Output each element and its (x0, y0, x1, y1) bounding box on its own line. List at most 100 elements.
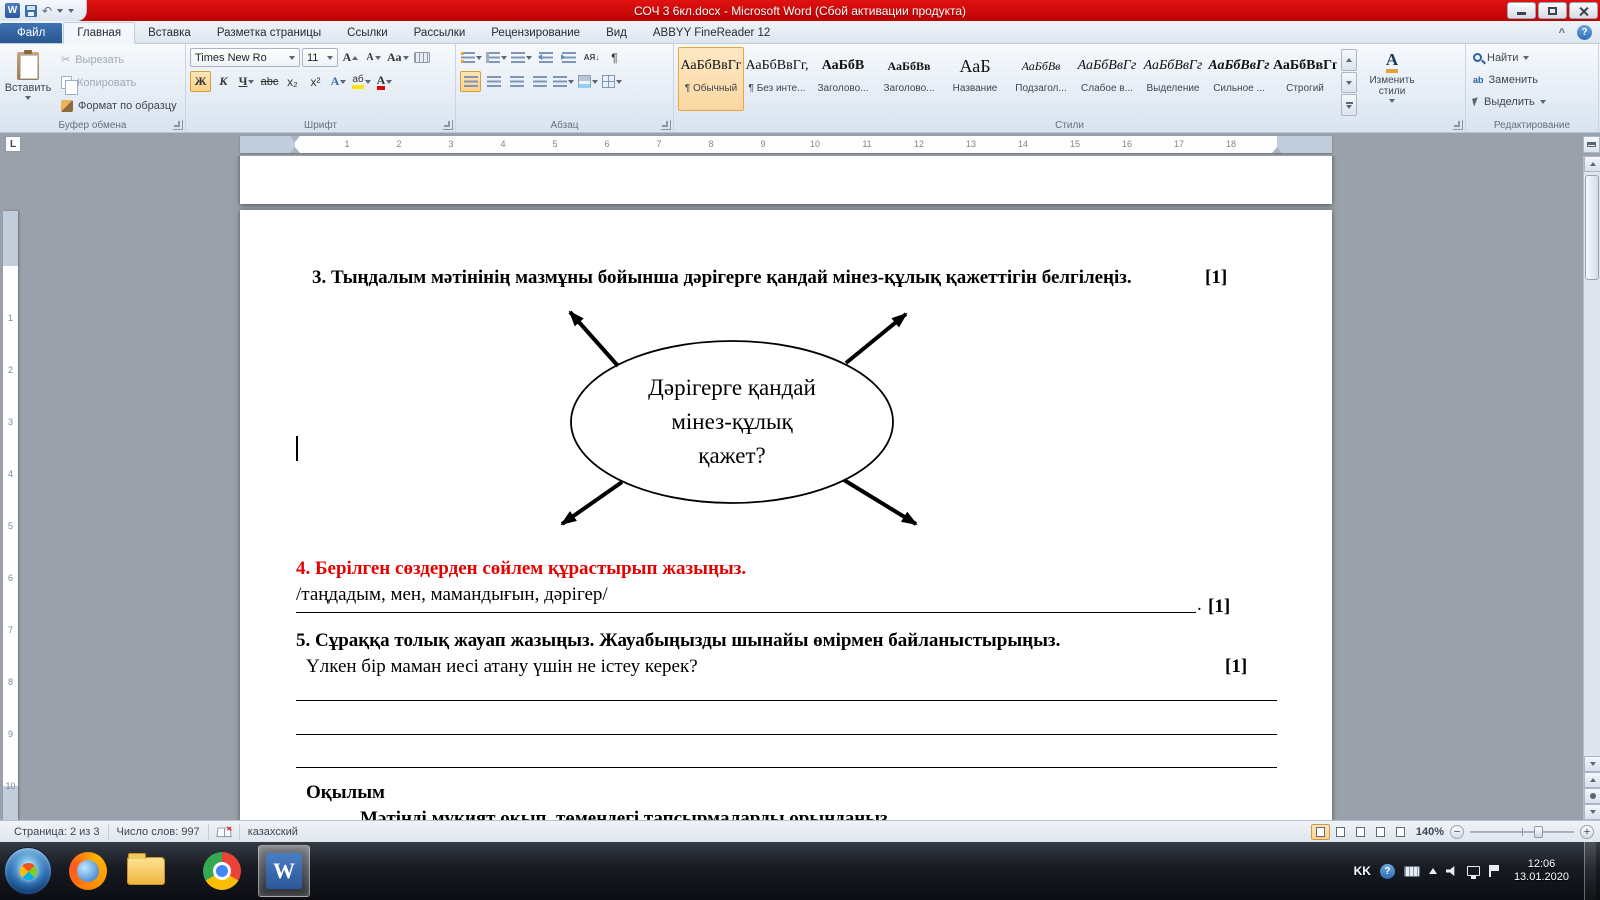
vertical-ruler[interactable]: 12345678910 (3, 211, 18, 820)
styles-more-button[interactable] (1341, 94, 1357, 116)
select-browse-object-button[interactable] (1584, 788, 1600, 804)
line-spacing-button[interactable] (552, 71, 575, 92)
clear-formatting-button[interactable] (412, 47, 433, 68)
select-button[interactable]: Выделить (1470, 92, 1594, 111)
numbering-button[interactable] (485, 47, 508, 68)
draft-view-button[interactable] (1391, 824, 1410, 840)
tray-help-icon[interactable]: ? (1380, 864, 1395, 879)
format-painter-button[interactable]: Формат по образцу (56, 95, 182, 116)
clipboard-dialog-launcher[interactable] (173, 120, 183, 130)
strikethrough-button[interactable]: abc (259, 71, 280, 92)
scroll-down-button[interactable] (1584, 756, 1600, 772)
minimize-button[interactable] (1507, 2, 1536, 19)
bold-button[interactable]: Ж (190, 71, 211, 92)
justify-button[interactable] (529, 71, 550, 92)
save-icon[interactable] (25, 5, 37, 17)
change-case-button[interactable]: Аа (386, 47, 410, 68)
document-page[interactable]: 3. Тыңдалым мәтінінің мазмұны бойынша дә… (240, 210, 1332, 820)
tab-insert[interactable]: Вставка (135, 23, 204, 43)
show-marks-button[interactable]: ¶ (604, 47, 625, 68)
outline-view-button[interactable] (1371, 824, 1390, 840)
grow-font-button[interactable]: А (340, 47, 361, 68)
print-layout-view-button[interactable] (1311, 824, 1330, 840)
next-page-button[interactable] (1584, 804, 1600, 820)
decrease-indent-button[interactable] (535, 47, 556, 68)
replace-button[interactable]: ab Заменить (1470, 70, 1594, 89)
show-desktop-button[interactable] (1584, 842, 1596, 900)
tray-expand-icon[interactable] (1429, 868, 1437, 874)
vertical-scrollbar[interactable] (1583, 156, 1600, 820)
tab-home[interactable]: Главная (63, 22, 135, 44)
ruler-toggle-button[interactable] (1583, 136, 1600, 153)
shrink-font-button[interactable]: А (363, 47, 384, 68)
spellcheck-status[interactable] (209, 824, 240, 840)
previous-page-button[interactable] (1584, 772, 1600, 788)
keyboard-icon[interactable] (1404, 866, 1420, 877)
style-chip-no-spacing[interactable]: АаБбВвГг,¶ Без инте... (744, 47, 810, 111)
shading-button[interactable] (577, 71, 599, 92)
chrome-taskbar-button[interactable] (200, 849, 244, 893)
style-chip-subtitle[interactable]: АаБбВвПодзагол... (1008, 47, 1074, 111)
first-line-indent-marker[interactable] (290, 136, 300, 142)
sort-button[interactable]: АЯ↓ (581, 47, 602, 68)
font-dialog-launcher[interactable] (443, 120, 453, 130)
font-color-button[interactable]: А (374, 71, 395, 92)
align-center-button[interactable] (483, 71, 504, 92)
zoom-in-button[interactable]: + (1580, 825, 1594, 839)
tab-selector[interactable]: L (5, 136, 21, 152)
volume-icon[interactable] (1446, 866, 1458, 876)
tab-file[interactable]: Файл (0, 23, 62, 43)
align-left-button[interactable] (460, 71, 481, 92)
horizontal-ruler[interactable]: 123456789101112131415161718 (240, 136, 1332, 153)
styles-scroll-down-button[interactable] (1341, 72, 1357, 94)
firefox-taskbar-button[interactable] (66, 849, 110, 893)
language-indicator[interactable]: казахский (240, 824, 306, 840)
start-button[interactable] (4, 847, 52, 895)
increase-indent-button[interactable] (558, 47, 579, 68)
superscript-button[interactable]: x² (305, 71, 326, 92)
zoom-out-button[interactable]: − (1450, 825, 1464, 839)
mindmap-diagram[interactable]: Дәрігерге қандай мінез-құлық қажет? (540, 300, 940, 540)
undo-icon[interactable]: ↶ (42, 5, 52, 17)
align-right-button[interactable] (506, 71, 527, 92)
style-chip-heading2[interactable]: АаБбВвЗаголово... (876, 47, 942, 111)
copy-button[interactable]: Копировать (56, 72, 182, 93)
close-button[interactable] (1569, 2, 1598, 19)
word-app-icon[interactable]: W (5, 3, 20, 18)
maximize-button[interactable] (1538, 2, 1567, 19)
word-taskbar-button[interactable]: W (258, 845, 310, 897)
change-styles-button[interactable]: А Изменить стили (1360, 47, 1424, 116)
cut-button[interactable]: ✂ Вырезать (56, 49, 182, 70)
tab-abbyy[interactable]: ABBYY FineReader 12 (640, 23, 783, 43)
tab-review[interactable]: Рецензирование (478, 23, 593, 43)
tab-mailings[interactable]: Рассылки (401, 23, 479, 43)
network-icon[interactable] (1467, 866, 1480, 876)
action-center-flag-icon[interactable] (1489, 865, 1499, 877)
font-size-select[interactable]: 11 (302, 48, 338, 67)
collapse-ribbon-icon[interactable]: ^ (1559, 27, 1565, 39)
explorer-taskbar-button[interactable] (124, 849, 168, 893)
italic-button[interactable]: К (213, 71, 234, 92)
bullets-button[interactable] (460, 47, 483, 68)
styles-dialog-launcher[interactable] (1453, 120, 1463, 130)
font-name-select[interactable]: Times New Ro (190, 48, 300, 67)
styles-scroll-up-button[interactable] (1341, 49, 1357, 71)
zoom-level[interactable]: 140% (1416, 826, 1444, 838)
word-count[interactable]: Число слов: 997 (109, 824, 209, 840)
right-indent-marker[interactable] (1272, 147, 1282, 153)
tab-references[interactable]: Ссылки (334, 23, 401, 43)
redo-dropdown-icon[interactable] (57, 9, 63, 13)
style-chip-subtle-emphasis[interactable]: АаБбВвГгСлабое в... (1074, 47, 1140, 111)
qat-customize-icon[interactable] (68, 9, 74, 13)
underline-button[interactable]: Ч (236, 71, 257, 92)
scrollbar-thumb[interactable] (1585, 175, 1599, 280)
find-button[interactable]: Найти (1470, 48, 1594, 67)
zoom-slider-thumb[interactable] (1534, 826, 1543, 838)
paste-button[interactable]: Вставить (4, 47, 52, 115)
tray-clock[interactable]: 12:06 13.01.2020 (1508, 858, 1575, 884)
style-chip-title[interactable]: АаБНазвание (942, 47, 1008, 111)
scroll-up-button[interactable] (1584, 156, 1600, 172)
tab-page-layout[interactable]: Разметка страницы (204, 23, 334, 43)
style-chip-normal[interactable]: АаБбВвГг¶ Обычный (678, 47, 744, 111)
title-bar[interactable]: СОЧ 3 6кл.docx - Microsoft Word (Сбой ак… (0, 0, 1600, 21)
